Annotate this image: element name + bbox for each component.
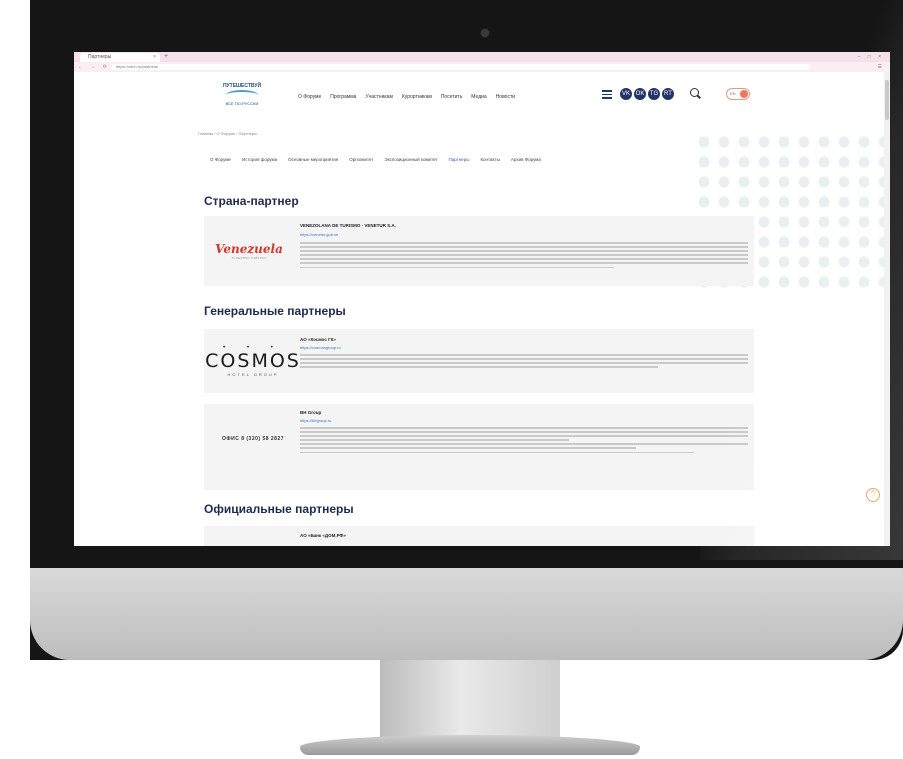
bh-logo: ОФИС 8 (320) 58 2827 [208, 424, 298, 454]
site-logo[interactable]: ПУТЕШЕСТВУЙ ВСЕ ПО-РУССКИ [220, 83, 264, 113]
monitor-stand-neck [380, 660, 560, 740]
nav-item[interactable]: Новости [496, 94, 515, 100]
subnav-item[interactable]: Архив Форума [511, 157, 541, 162]
monitor-chin [30, 568, 903, 660]
monitor-stand-base [300, 735, 640, 755]
browser-menu-icon[interactable]: ☰ [878, 63, 882, 71]
window-controls[interactable]: – □ × [858, 52, 885, 62]
subnav-item[interactable]: Контакты [480, 157, 499, 162]
tab-close-icon[interactable]: × [153, 53, 156, 62]
partner-title: VENEZOLANA DE TURISMO - VENETUR S.A. [300, 223, 396, 228]
logo-text-bottom: ВСЕ ПО-РУССКИ [225, 101, 259, 106]
search-icon[interactable] [690, 88, 699, 97]
subnav-item[interactable]: О Форуме [210, 157, 231, 162]
nav-item[interactable]: Участникам [365, 94, 392, 100]
scroll-to-top-button[interactable]: ^ [866, 488, 880, 502]
nav-item[interactable]: Медиа [471, 94, 486, 100]
section-title-general-partners: Генеральные партнеры [204, 304, 346, 318]
nav-item[interactable]: Посетить [441, 94, 462, 100]
page-scrollbar[interactable] [884, 72, 890, 546]
partner-card-venezuela: Venezuela TU DESTINO TURÍSTICO VENEZOLAN… [204, 216, 754, 286]
main-nav: О Форуме Программа Участникам Курортника… [298, 94, 515, 100]
new-tab-button[interactable]: + [164, 52, 168, 62]
partner-link[interactable]: https://bhgroup.ru [300, 418, 331, 423]
bh-logo-text: ОФИС 8 (320) 58 2827 [221, 436, 285, 442]
url-input[interactable]: https://vdnh.ru/partners/ [110, 64, 810, 70]
partner-title: BH Group [300, 410, 322, 415]
screen: Партнеры × + – □ × ← → ⟳ https://vdnh.ru… [74, 52, 890, 546]
ok-icon[interactable]: OK [634, 88, 646, 100]
partner-card-cosmos: • • • COSMOS HOTEL GROUP АО «Космос ГК» … [204, 329, 754, 393]
subnav-item[interactable]: Оргкомитет [349, 157, 373, 162]
section-title-official-partners: Официальные партнеры [204, 502, 354, 516]
hamburger-menu-icon[interactable] [602, 90, 612, 99]
language-toggle[interactable]: EN [726, 88, 750, 100]
browser-tab[interactable]: Партнеры × [80, 53, 160, 62]
vk-icon[interactable]: VK [620, 88, 632, 100]
cosmos-logo: • • • COSMOS HOTEL GROUP [205, 339, 301, 383]
webcam-icon [481, 29, 489, 37]
subnav-item[interactable]: Основные мероприятия [288, 157, 338, 162]
section-title-country-partner: Страна-партнер [204, 194, 299, 208]
partner-description [300, 354, 748, 370]
social-links: VK OK TG RT [620, 88, 674, 100]
telegram-icon[interactable]: TG [648, 88, 660, 100]
browser-address-bar: ← → ⟳ https://vdnh.ru/partners/ ☰ [74, 62, 890, 72]
subnav-item[interactable]: История форума [242, 157, 277, 162]
venezuela-logo-sub: TU DESTINO TURÍSTICO [231, 256, 267, 260]
partner-link[interactable]: https://cosmosgroup.ru [300, 345, 341, 350]
partner-description [300, 427, 748, 456]
logo-wave-icon [226, 90, 258, 100]
partner-link[interactable]: https://venetur.gob.ve [300, 232, 338, 237]
partner-card-domrf: АО «Банк «ДОМ.РФ» [204, 526, 754, 546]
venezuela-logo-text: Venezuela [215, 242, 283, 256]
browser-tab-bar: Партнеры × + – □ × [74, 52, 890, 62]
partner-title: АО «Космос ГК» [300, 337, 336, 342]
nav-item[interactable]: О Форуме [298, 94, 321, 100]
breadcrumb[interactable]: Главная / О Форуме / Партнеры [198, 131, 257, 136]
cosmos-logo-sub: HOTEL GROUP [227, 371, 279, 377]
scrollbar-thumb[interactable] [885, 80, 889, 120]
subnav-item[interactable]: Экспозиционный комитет [384, 157, 437, 162]
section-subnav: О Форуме История форума Основные меропри… [210, 157, 541, 162]
site-header: ПУТЕШЕСТВУЙ ВСЕ ПО-РУССКИ О Форуме Прогр… [74, 72, 884, 124]
logo-text-top: ПУТЕШЕСТВУЙ [222, 83, 262, 89]
nav-item[interactable]: Программа [330, 94, 356, 100]
rutube-icon[interactable]: RT [662, 88, 674, 100]
browser-nav-buttons[interactable]: ← → ⟳ [78, 62, 110, 72]
toggle-knob [740, 90, 748, 98]
cosmos-logo-text: COSMOS [205, 349, 301, 372]
partner-description [300, 242, 748, 271]
partner-card-bh: ОФИС 8 (320) 58 2827 BH Group https://bh… [204, 404, 754, 490]
nav-item[interactable]: Курортникам [402, 94, 432, 100]
tab-title: Партнеры [88, 54, 112, 60]
partner-title: АО «Банк «ДОМ.РФ» [300, 533, 346, 538]
venezuela-logo: Venezuela TU DESTINO TURÍSTICO [208, 226, 290, 276]
language-label: EN [730, 91, 736, 96]
subnav-item-active[interactable]: Партнеры [449, 157, 470, 162]
